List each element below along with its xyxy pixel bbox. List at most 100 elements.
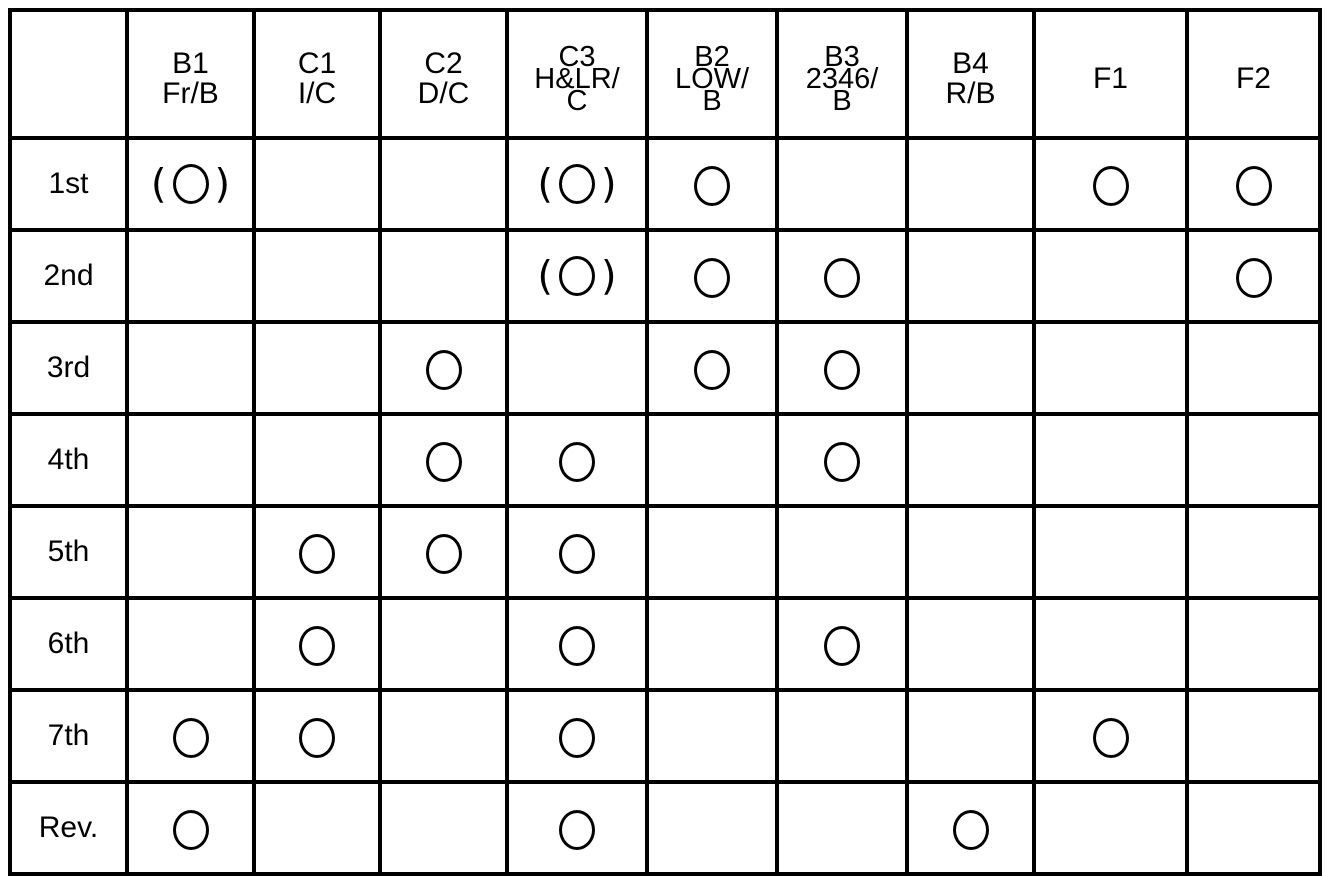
table-cell — [505, 688, 649, 784]
engaged-circle-icon — [824, 441, 860, 482]
conditional-engaged-mark: () — [537, 253, 616, 299]
table-cell — [505, 780, 649, 876]
table-cell — [1185, 596, 1322, 692]
engaged-circle-icon — [425, 349, 462, 390]
table-cell — [252, 228, 382, 324]
table-cell — [645, 688, 779, 784]
table-cell — [775, 688, 909, 784]
engaged-circle-icon — [824, 625, 860, 666]
table-cell — [378, 780, 509, 876]
table-cell — [125, 412, 256, 508]
table-cell — [1032, 136, 1189, 232]
table-cell — [378, 504, 509, 600]
close-paren-icon: ) — [601, 161, 617, 208]
table-cell — [125, 320, 256, 416]
column-code: B1 — [172, 47, 209, 80]
column-code: B4 — [952, 47, 989, 80]
table-row: Rev. — [8, 780, 1322, 876]
table-cell — [125, 688, 256, 784]
table-cell — [1185, 688, 1322, 784]
table-cell — [905, 228, 1036, 324]
table-cell — [1032, 228, 1189, 324]
engaged-circle-icon — [824, 349, 860, 390]
column-header-f2: F2 — [1185, 8, 1322, 140]
table-cell — [1032, 320, 1189, 416]
column-header-c3: C3 H&LR/C — [505, 8, 649, 140]
row-label: 6th — [8, 596, 129, 692]
column-name: R/B — [945, 77, 996, 110]
table-cell — [378, 228, 509, 324]
row-label: 3rd — [8, 320, 129, 416]
table-cell — [645, 228, 779, 324]
table-cell — [775, 228, 909, 324]
column-header-c2: C2 D/C — [378, 8, 509, 140]
engaged-circle-icon — [1235, 165, 1272, 206]
engaged-circle-icon — [694, 349, 730, 390]
table-row: 5th — [8, 504, 1322, 600]
table-cell — [645, 320, 779, 416]
table-cell — [252, 596, 382, 692]
close-paren-icon: ) — [214, 161, 231, 208]
table-cell — [905, 504, 1036, 600]
table-row: 6th — [8, 596, 1322, 692]
engaged-circle-icon — [559, 164, 595, 205]
engagement-table: B1 Fr/B C1 I/C C2 D/C C3 H&LR/C B2 LOW/B B3 2346/B B… — [8, 8, 1322, 876]
table-row: 7th — [8, 688, 1322, 784]
engaged-circle-icon — [425, 533, 462, 574]
column-name-line2: C — [566, 85, 588, 117]
engaged-circle-icon — [694, 165, 730, 206]
table-cell — [252, 780, 382, 876]
open-paren-icon: ( — [537, 253, 553, 300]
engaged-circle-icon — [559, 441, 595, 482]
column-code: C2 — [424, 47, 463, 80]
engaged-circle-icon — [1235, 257, 1272, 298]
engaged-circle-icon — [1092, 717, 1129, 758]
table-cell — [905, 412, 1036, 508]
table-cell — [1032, 780, 1189, 876]
table-cell — [1185, 412, 1322, 508]
table-row: 2nd () — [8, 228, 1322, 324]
table-cell: () — [505, 136, 649, 232]
table-cell — [1032, 688, 1189, 784]
column-header-b4: B4 R/B — [905, 8, 1036, 140]
table-cell — [645, 136, 779, 232]
table-cell — [1185, 504, 1322, 600]
engaged-circle-icon — [559, 717, 595, 758]
engaged-circle-icon — [299, 625, 335, 666]
table-cell — [505, 504, 649, 600]
table-row: 3rd — [8, 320, 1322, 416]
column-name: I/C — [297, 77, 337, 110]
engaged-circle-icon — [559, 256, 595, 297]
engaged-circle-icon — [952, 809, 989, 850]
table-cell — [1185, 136, 1322, 232]
row-label: 1st — [8, 136, 129, 232]
engaged-circle-icon — [694, 257, 730, 298]
table-cell — [775, 320, 909, 416]
engaged-circle-icon — [559, 533, 595, 574]
table-cell — [645, 596, 779, 692]
engaged-circle-icon — [172, 164, 209, 205]
engaged-circle-icon — [172, 717, 209, 758]
table-cell — [378, 596, 509, 692]
row-label: 5th — [8, 504, 129, 600]
column-code: F2 — [1235, 62, 1271, 95]
table-cell — [505, 320, 649, 416]
open-paren-icon: ( — [537, 161, 553, 208]
column-header-b3: B3 2346/B — [775, 8, 909, 140]
table-body: 1st()() 2nd() 3rd 4th 5th 6th 7th Rev. — [8, 136, 1322, 876]
column-code: C1 — [297, 47, 337, 80]
table-cell — [905, 688, 1036, 784]
table-cell — [905, 596, 1036, 692]
close-paren-icon: ) — [601, 253, 617, 300]
table-row: 1st()() — [8, 136, 1322, 232]
column-header-c1: C1 I/C — [252, 8, 382, 140]
column-name: Fr/B — [162, 77, 219, 110]
table-cell — [1185, 320, 1322, 416]
column-header-b1: B1 Fr/B — [125, 8, 256, 140]
engaged-circle-icon — [299, 717, 335, 758]
table-cell — [505, 412, 649, 508]
table-cell — [505, 596, 649, 692]
engaged-circle-icon — [559, 625, 595, 666]
table-cell — [252, 504, 382, 600]
row-label: 7th — [8, 688, 129, 784]
